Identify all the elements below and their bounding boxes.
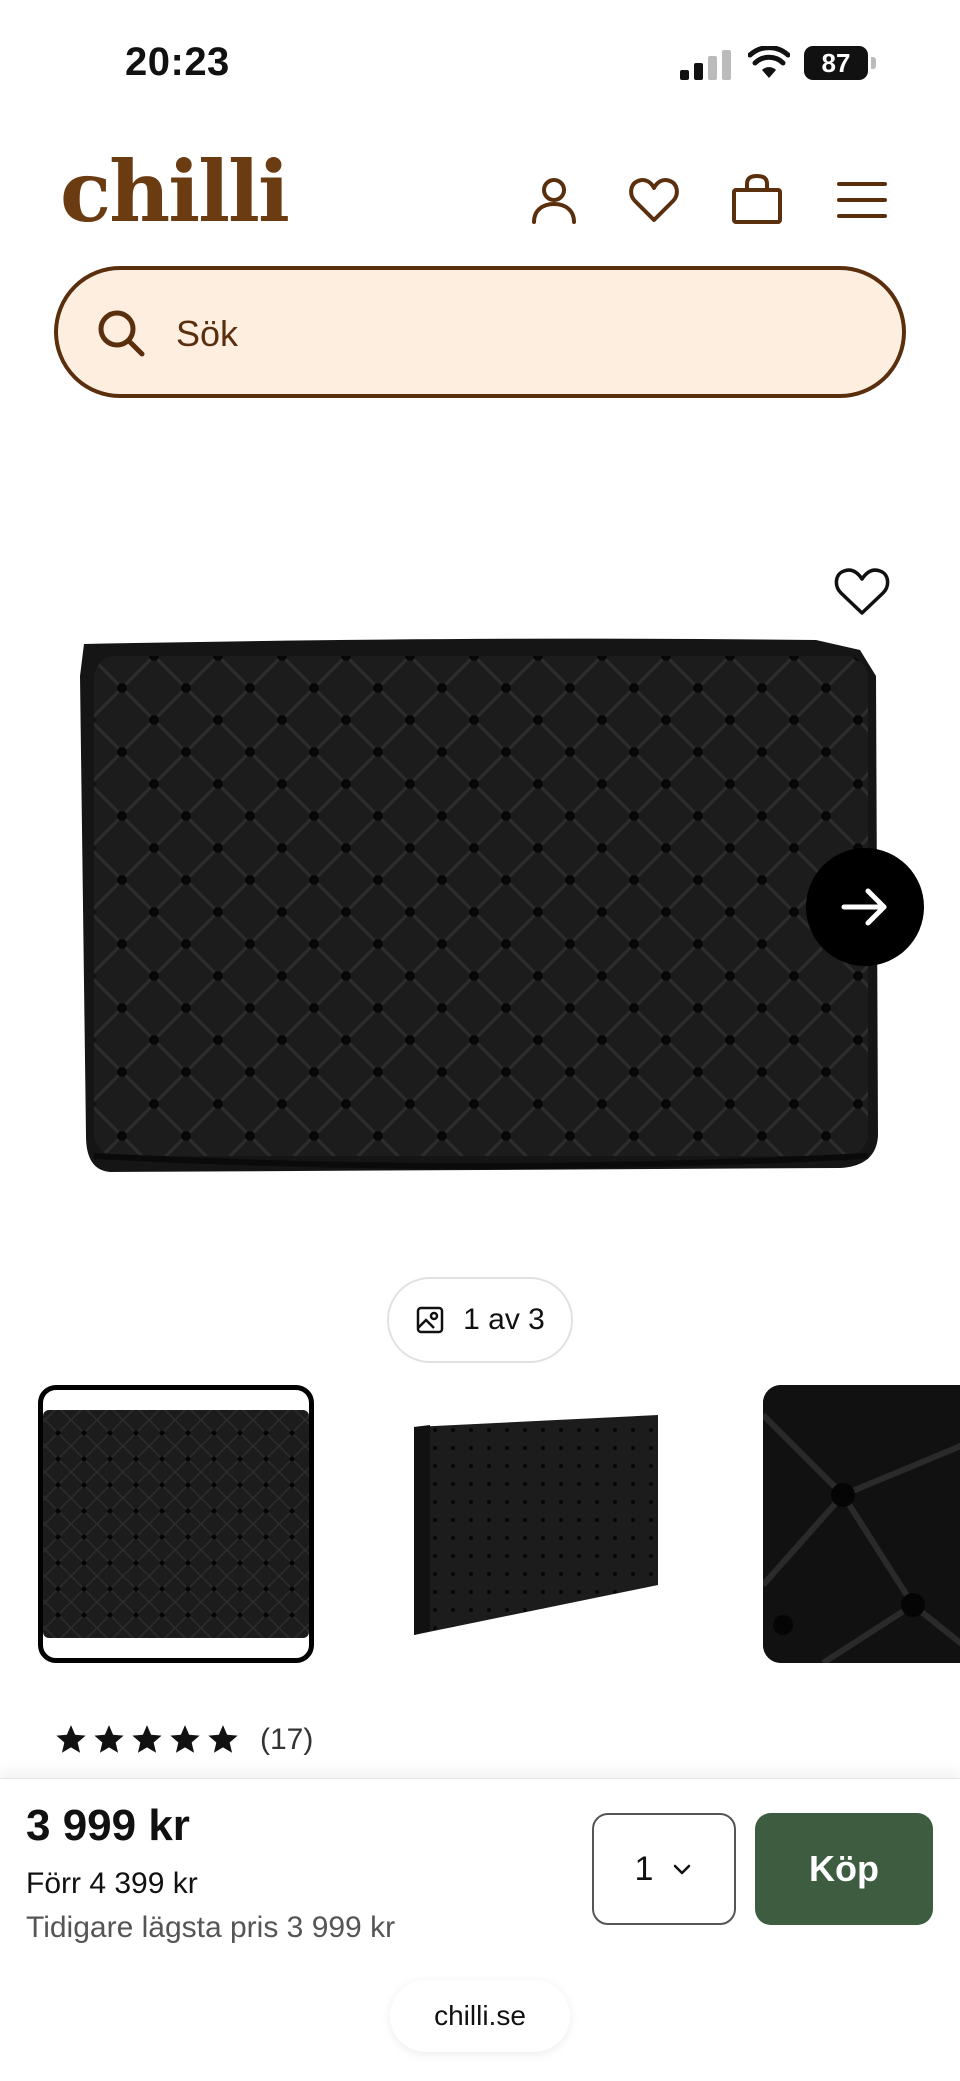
image-icon — [416, 1306, 444, 1334]
image-counter: 1 av 3 — [387, 1277, 573, 1363]
account-icon[interactable] — [524, 170, 584, 230]
status-bar: 20:23 87 — [0, 0, 960, 130]
image-counter-text: 1 av 3 — [463, 1303, 545, 1336]
heart-icon[interactable] — [624, 170, 684, 230]
current-price: 3 999 kr — [26, 1801, 190, 1850]
wifi-icon — [748, 46, 790, 78]
star-rating — [54, 1723, 240, 1757]
quantity-select[interactable]: 1 — [592, 1813, 736, 1925]
thumbnail-2[interactable] — [390, 1385, 666, 1663]
chevron-down-icon — [674, 1864, 691, 1875]
search-bar[interactable] — [54, 266, 906, 398]
battery-icon: 87 — [804, 46, 876, 80]
menu-icon[interactable] — [832, 170, 892, 230]
arrow-right-icon — [841, 888, 887, 926]
site-header: chilli — [0, 140, 960, 260]
buy-button[interactable]: Köp — [755, 1813, 933, 1925]
battery-level: 87 — [804, 46, 868, 80]
product-image-headboard — [80, 638, 878, 1172]
search-input[interactable] — [176, 306, 856, 362]
product-rating[interactable]: (17) — [54, 1718, 313, 1762]
thumbnail-strip[interactable] — [0, 1385, 960, 1665]
star-icon — [56, 1725, 86, 1753]
star-icon — [94, 1725, 124, 1753]
thumbnail-3[interactable] — [763, 1385, 960, 1663]
thumbnail-1[interactable] — [38, 1385, 314, 1663]
add-to-wishlist-heart-icon[interactable] — [831, 563, 893, 619]
status-time: 20:23 — [125, 40, 230, 84]
review-count: (17) — [260, 1723, 314, 1756]
star-icon — [208, 1725, 238, 1753]
lowest-previous-price: Tidigare lägsta pris 3 999 kr — [26, 1911, 396, 1944]
star-icon — [132, 1725, 162, 1753]
previous-price: Förr 4 399 kr — [26, 1867, 198, 1900]
browser-url-bar[interactable]: chilli.se — [390, 1980, 570, 2052]
chilli-logo[interactable]: chilli — [60, 150, 290, 234]
star-icon — [170, 1725, 200, 1753]
next-image-button[interactable] — [806, 848, 924, 966]
search-icon — [98, 310, 145, 357]
quantity-value: 1 — [634, 1849, 654, 1888]
cellular-signal-icon — [680, 50, 731, 80]
cart-icon[interactable] — [727, 170, 787, 230]
